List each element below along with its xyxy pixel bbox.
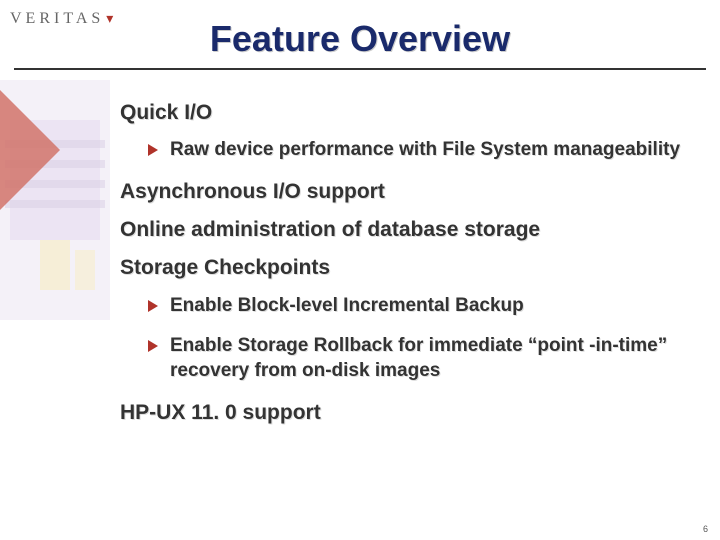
triangle-bullet-icon: [148, 144, 158, 156]
slide-content: Quick I/O Raw device performance with Fi…: [120, 100, 690, 438]
slide-title-block: Feature Overview: [0, 18, 720, 70]
feature-subitem: Raw device performance with File System …: [148, 138, 690, 163]
triangle-bullet-icon: [148, 300, 158, 312]
triangle-bullet-icon: [148, 340, 158, 352]
feature-heading: Storage Checkpoints: [120, 255, 690, 281]
feature-subtext: Enable Storage Rollback for immediate “p…: [170, 334, 690, 383]
feature-heading: Asynchronous I/O support: [120, 179, 690, 205]
feature-subtext: Raw device performance with File System …: [170, 138, 680, 163]
feature-heading: Quick I/O: [120, 100, 690, 126]
slide-title: Feature Overview: [0, 18, 720, 60]
feature-subitem: Enable Storage Rollback for immediate “p…: [148, 334, 690, 383]
page-number: 6: [703, 524, 708, 534]
feature-heading: Online administration of database storag…: [120, 217, 690, 243]
feature-subtext: Enable Block-level Incremental Backup: [170, 294, 524, 319]
feature-heading: HP-UX 11. 0 support: [120, 400, 690, 426]
title-divider: [14, 68, 706, 70]
background-graphic: [0, 60, 130, 360]
feature-subitem: Enable Block-level Incremental Backup: [148, 294, 690, 319]
